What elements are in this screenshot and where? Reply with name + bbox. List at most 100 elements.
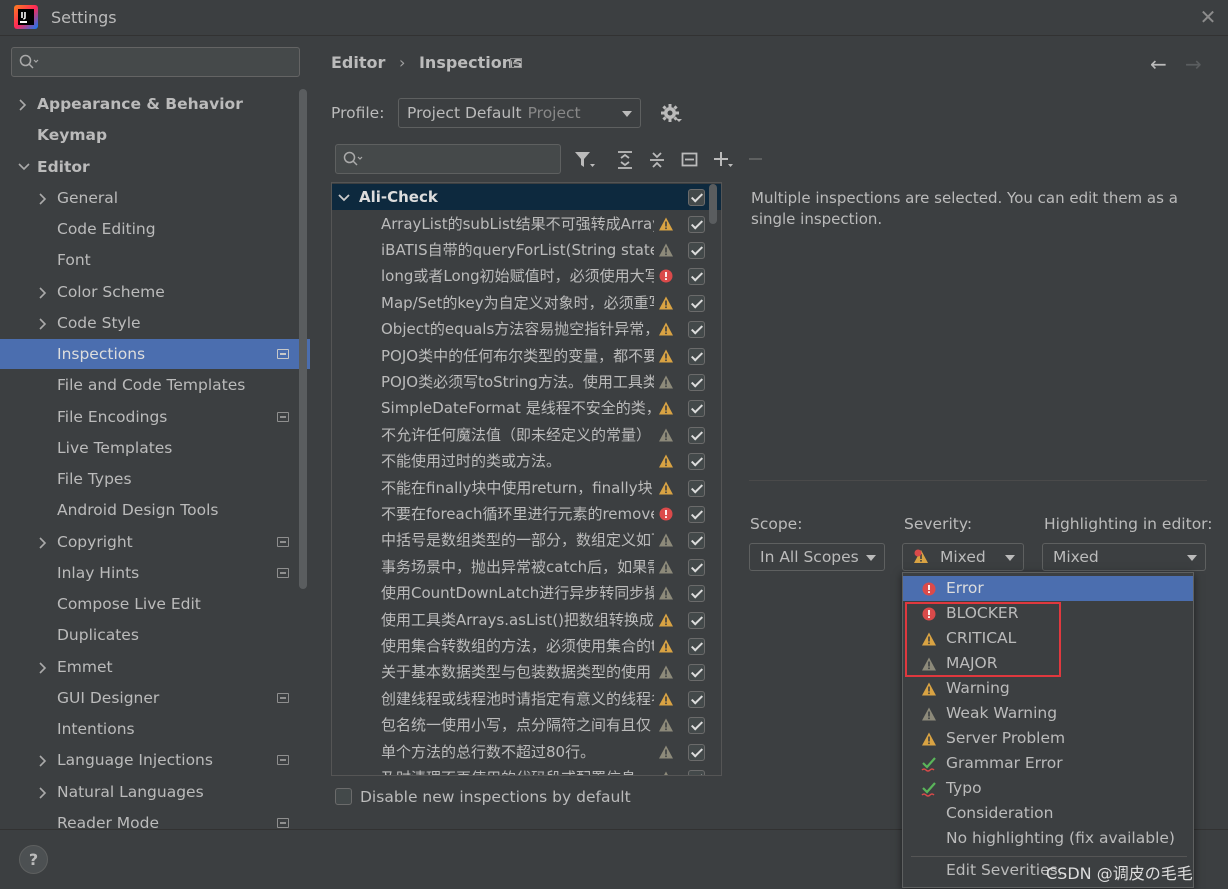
inspection-checkbox[interactable]	[688, 453, 705, 471]
sidebar-item-inlay-hints[interactable]: Inlay Hints	[0, 558, 310, 588]
back-arrow-icon[interactable]: ←	[1150, 52, 1167, 76]
severity-option-no-highlighting-fix-available[interactable]: No highlighting (fix available)	[903, 826, 1193, 851]
severity-option-typo[interactable]: Typo	[903, 776, 1193, 801]
sidebar-item-inspections[interactable]: Inspections	[0, 339, 310, 369]
profile-dropdown[interactable]: Project Default Project	[398, 98, 641, 128]
tree-row[interactable]: 创建线程或线程池时请指定有意义的线程名	[332, 686, 721, 712]
sidebar-item-keymap[interactable]: Keymap	[0, 120, 310, 150]
chevron-right-icon[interactable]	[38, 318, 48, 330]
inspection-checkbox[interactable]	[688, 347, 705, 365]
inspection-checkbox[interactable]	[688, 426, 705, 444]
tree-row[interactable]: 使用集合转数组的方法，必须使用集合的t	[332, 633, 721, 659]
group-checkbox[interactable]	[688, 189, 705, 206]
sidebar-item-natural-languages[interactable]: Natural Languages	[0, 777, 310, 807]
sidebar-item-emmet[interactable]: Emmet	[0, 652, 310, 682]
severity-option-blocker[interactable]: BLOCKER	[903, 601, 1193, 626]
reset-icon[interactable]	[680, 150, 700, 170]
sidebar-item-file-types[interactable]: File Types	[0, 464, 310, 494]
chevron-down-icon[interactable]	[18, 162, 30, 172]
sidebar-item-code-editing[interactable]: Code Editing	[0, 214, 310, 244]
settings-search-input[interactable]	[11, 47, 300, 77]
chevron-right-icon[interactable]	[38, 287, 48, 299]
expand-all-icon[interactable]	[615, 150, 635, 170]
inspection-checkbox[interactable]	[688, 268, 705, 286]
inspection-checkbox[interactable]	[688, 241, 705, 259]
scope-dropdown[interactable]: In All Scopes	[749, 543, 885, 571]
chevron-right-icon[interactable]	[38, 662, 48, 674]
disable-new-inspections-checkbox[interactable]	[335, 788, 352, 805]
inspection-checkbox[interactable]	[688, 215, 705, 233]
severity-option-weak-warning[interactable]: Weak Warning	[903, 701, 1193, 726]
tree-row[interactable]: 中括号是数组类型的一部分，数组定义如下	[332, 527, 721, 553]
sidebar-scrollbar[interactable]	[299, 89, 307, 589]
sidebar-item-file-and-code-templates[interactable]: File and Code Templates	[0, 370, 310, 400]
collapse-all-icon[interactable]	[647, 150, 667, 170]
severity-option-grammar-error[interactable]: Grammar Error	[903, 751, 1193, 776]
inspection-checkbox[interactable]	[688, 505, 705, 523]
inspection-checkbox[interactable]	[688, 690, 705, 708]
tree-row[interactable]: 关于基本数据类型与包装数据类型的使用	[332, 659, 721, 685]
inspection-search-input[interactable]	[335, 144, 561, 174]
tree-row[interactable]: 不能使用过时的类或方法。	[332, 448, 721, 474]
chevron-right-icon[interactable]	[38, 755, 48, 767]
chevron-right-icon[interactable]	[38, 537, 48, 549]
tree-row[interactable]: 及时清理不再使用的代码段或配置信息	[332, 765, 721, 775]
tree-row[interactable]: iBATIS自带的queryForList(String state	[332, 237, 721, 263]
tree-row[interactable]: 不能在finally块中使用return，finally块中	[332, 475, 721, 501]
severity-option-server-problem[interactable]: Server Problem	[903, 726, 1193, 751]
sidebar-item-compose-live-edit[interactable]: Compose Live Edit	[0, 589, 310, 619]
sidebar-item-android-design-tools[interactable]: Android Design Tools	[0, 495, 310, 525]
filter-icon[interactable]	[574, 150, 595, 170]
remove-icon[interactable]	[746, 150, 766, 170]
breadcrumb-editor[interactable]: Editor	[331, 53, 385, 72]
inspection-checkbox[interactable]	[688, 532, 705, 550]
tree-row[interactable]: Map/Set的key为自定义对象时，必须重写	[332, 290, 721, 316]
tree-row[interactable]: 使用工具类Arrays.asList()把数组转换成集	[332, 607, 721, 633]
sidebar-item-editor[interactable]: Editor	[0, 152, 310, 182]
tree-row[interactable]: 使用CountDownLatch进行异步转同步操	[332, 580, 721, 606]
sidebar-item-appearance-behavior[interactable]: Appearance & Behavior	[0, 89, 310, 119]
tree-row[interactable]: 不允许任何魔法值（即未经定义的常量）	[332, 422, 721, 448]
inspection-checkbox[interactable]	[688, 743, 705, 761]
inspection-checkbox[interactable]	[688, 321, 705, 339]
severity-dropdown[interactable]: Mixed	[902, 543, 1024, 571]
forward-arrow-icon[interactable]: →	[1185, 52, 1202, 76]
severity-option-critical[interactable]: CRITICAL	[903, 626, 1193, 651]
severity-option-consideration[interactable]: Consideration	[903, 801, 1193, 826]
severity-option-warning[interactable]: Warning	[903, 676, 1193, 701]
inspection-checkbox[interactable]	[688, 294, 705, 312]
highlighting-dropdown[interactable]: Mixed	[1042, 543, 1206, 571]
tree-group-ali-check[interactable]: Ali-Check	[332, 184, 721, 211]
severity-option-error[interactable]: Error	[903, 576, 1193, 601]
inspection-checkbox[interactable]	[688, 585, 705, 603]
sidebar-item-reader-mode[interactable]: Reader Mode	[0, 808, 310, 829]
chevron-right-icon[interactable]	[38, 193, 48, 205]
tree-row[interactable]: 单个方法的总行数不超过80行。	[332, 739, 721, 765]
chevron-down-icon[interactable]	[338, 193, 350, 203]
inspection-checkbox[interactable]	[688, 400, 705, 418]
chevron-right-icon[interactable]	[38, 787, 48, 799]
add-icon[interactable]	[713, 150, 733, 170]
tree-scrollbar[interactable]	[709, 184, 717, 224]
sidebar-item-color-scheme[interactable]: Color Scheme	[0, 277, 310, 307]
tree-row[interactable]: 事务场景中，抛出异常被catch后，如果需	[332, 554, 721, 580]
sidebar-item-font[interactable]: Font	[0, 245, 310, 275]
inspection-checkbox[interactable]	[688, 717, 705, 735]
tree-row[interactable]: 包名统一使用小写，点分隔符之间有且仅	[332, 712, 721, 738]
tree-row[interactable]: Object的equals方法容易抛空指针异常，	[332, 316, 721, 342]
sidebar-item-language-injections[interactable]: Language Injections	[0, 745, 310, 775]
gear-icon[interactable]	[660, 103, 682, 125]
tree-row[interactable]: SimpleDateFormat 是线程不安全的类，	[332, 395, 721, 421]
sidebar-item-intentions[interactable]: Intentions	[0, 714, 310, 744]
sidebar-item-duplicates[interactable]: Duplicates	[0, 620, 310, 650]
tree-row[interactable]: ArrayList的subList结果不可强转成Array	[332, 211, 721, 237]
tree-row[interactable]: long或者Long初始赋值时，必须使用大写	[332, 263, 721, 289]
tree-row[interactable]: 不要在foreach循环里进行元素的remove	[332, 501, 721, 527]
close-icon[interactable]: ✕	[1196, 6, 1220, 30]
sidebar-item-gui-designer[interactable]: GUI Designer	[0, 683, 310, 713]
severity-option-major[interactable]: MAJOR	[903, 651, 1193, 676]
tree-row[interactable]: POJO类中的任何布尔类型的变量，都不要	[332, 343, 721, 369]
inspection-checkbox[interactable]	[688, 558, 705, 576]
inspection-checkbox[interactable]	[688, 637, 705, 655]
sidebar-item-copyright[interactable]: Copyright	[0, 527, 310, 557]
